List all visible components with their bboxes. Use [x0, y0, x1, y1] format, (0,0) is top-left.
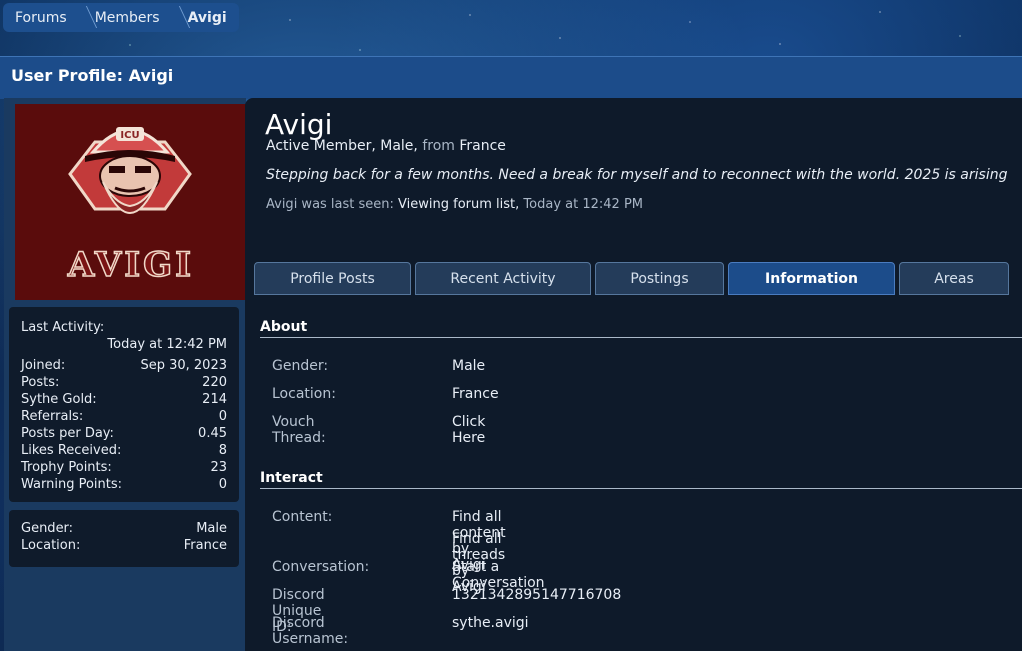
- about-gender-value: Male: [452, 358, 486, 374]
- stat-label: Referrals:: [21, 409, 84, 424]
- stat-label: Likes Received:: [21, 443, 122, 458]
- stat-value: 220: [202, 375, 227, 390]
- stat-label: Joined:: [21, 358, 66, 373]
- profile-sidebar: AVIGI ICU Last Activity: Today at 12:42 …: [4, 98, 248, 651]
- interact-content-label: Content:: [272, 509, 333, 525]
- last-seen-activity-link[interactable]: Viewing forum list,: [398, 197, 519, 212]
- tab-areas[interactable]: Areas: [899, 262, 1009, 295]
- about-location-link[interactable]: France: [452, 386, 499, 402]
- stat-row: Posts per Day: 0.45: [9, 425, 239, 442]
- page-title-bar: User Profile: Avigi: [0, 56, 1022, 99]
- about-location-label: Location:: [272, 386, 336, 402]
- user-rank: Active Member, Male,: [266, 138, 418, 154]
- discord-username-label: Discord Username:: [272, 615, 349, 647]
- user-status-message: Stepping back for a few months. Need a b…: [266, 167, 1008, 183]
- breadcrumb-current-avigi[interactable]: Avigi: [172, 3, 239, 32]
- stat-value: Sep 30, 2023: [140, 358, 227, 373]
- stat-value: 214: [202, 392, 227, 407]
- about-heading: About: [260, 319, 308, 335]
- last-seen-line: Avigi was last seen: Viewing forum list,…: [266, 197, 643, 212]
- stat-label: Posts:: [21, 375, 60, 390]
- stat-label: Posts per Day:: [21, 426, 114, 441]
- last-seen-prefix: Avigi was last seen:: [266, 197, 394, 212]
- stat-row: Referrals: 0: [9, 408, 239, 425]
- svg-text:AVIGI: AVIGI: [67, 245, 194, 285]
- svg-text:ICU: ICU: [120, 130, 139, 141]
- stat-value: 23: [210, 460, 227, 475]
- sidebar-gender-value: Male: [196, 521, 227, 536]
- avatar-logo-image: AVIGI ICU: [66, 127, 194, 286]
- from-word: from: [422, 138, 455, 154]
- profile-username: Avigi: [265, 108, 333, 141]
- member-stats-panel: Last Activity: Today at 12:42 PM Joined:…: [9, 307, 239, 502]
- member-info-panel: Gender: Male Location: France: [9, 510, 239, 567]
- stat-row: Posts: 220: [9, 374, 239, 391]
- sidebar-gender-row: Gender: Male: [9, 520, 239, 537]
- stat-value: 0.45: [198, 426, 227, 441]
- stat-value: 0: [218, 477, 227, 492]
- stat-label: Trophy Points:: [21, 460, 112, 475]
- tab-postings[interactable]: Postings: [595, 262, 724, 295]
- breadcrumb-forums[interactable]: Forums: [3, 3, 79, 32]
- stat-row: Trophy Points: 23: [9, 459, 239, 476]
- interact-divider: [260, 488, 1022, 489]
- vouch-thread-link[interactable]: Click Here: [452, 414, 485, 446]
- breadcrumb-members[interactable]: Members: [79, 3, 172, 32]
- interact-conversation-label: Conversation:: [272, 559, 370, 575]
- stat-label: Warning Points:: [21, 477, 123, 492]
- user-title-line: Active Member, Male, from France: [266, 138, 506, 154]
- stat-row: Joined: Sep 30, 2023: [9, 357, 239, 374]
- interact-heading: Interact: [260, 470, 323, 486]
- about-divider: [260, 337, 1022, 338]
- discord-id-value: 1321342895147716708: [452, 587, 622, 603]
- last-activity-label: Last Activity:: [21, 320, 105, 335]
- breadcrumb: Forums Members Avigi: [3, 3, 239, 32]
- sidebar-location-value: France: [183, 538, 227, 553]
- stat-row: Warning Points: 0: [9, 476, 239, 493]
- avatar[interactable]: AVIGI ICU: [15, 104, 248, 300]
- user-location-link[interactable]: France: [459, 138, 506, 154]
- profile-main-panel: Avigi Active Member, Male, from France S…: [245, 98, 1022, 651]
- stat-row: Sythe Gold: 214: [9, 391, 239, 408]
- tab-profile-posts[interactable]: Profile Posts: [254, 262, 411, 295]
- last-activity-value: Today at 12:42 PM: [107, 337, 227, 352]
- about-vouch-label: Vouch Thread:: [272, 414, 326, 446]
- about-gender-label: Gender:: [272, 358, 329, 374]
- last-seen-time: Today at 12:42 PM: [523, 197, 643, 212]
- page-title: User Profile: Avigi: [11, 66, 174, 85]
- tab-information[interactable]: Information: [728, 262, 895, 295]
- sidebar-gender-label: Gender:: [21, 521, 74, 536]
- stat-label: Sythe Gold:: [21, 392, 97, 407]
- sidebar-location-label: Location:: [21, 538, 81, 553]
- discord-username-value: sythe.avigi: [452, 615, 529, 631]
- tab-recent-activity[interactable]: Recent Activity: [415, 262, 591, 295]
- stat-value: 8: [218, 443, 227, 458]
- stat-value: 0: [218, 409, 227, 424]
- sidebar-location-row: Location: France: [9, 537, 239, 554]
- stat-row: Likes Received: 8: [9, 442, 239, 459]
